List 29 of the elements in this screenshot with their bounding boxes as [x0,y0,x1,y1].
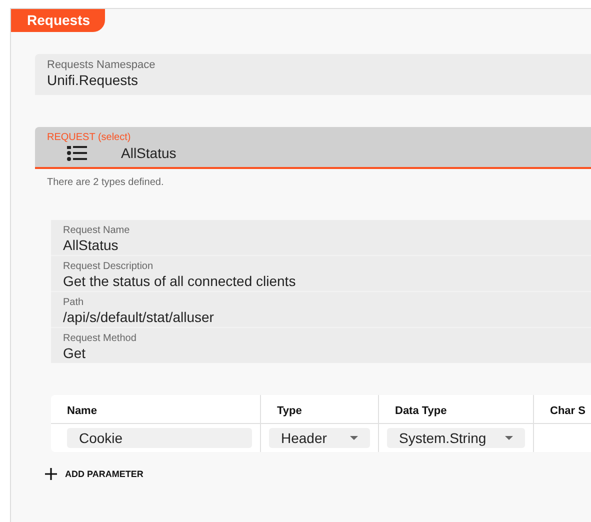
add-parameter-button[interactable]: ADD PARAMETER [41,464,148,484]
plus-icon [45,468,57,480]
column-header: Name [67,404,97,416]
field-value: Unifi.Requests [47,72,140,88]
field-label: Path [63,297,85,308]
column-header: Char S [550,404,586,416]
caret-icon [350,436,358,440]
text-field[interactable]: Path /api/s/default/stat/alluser [51,291,591,327]
select-value: AllStatus [121,145,176,161]
field-label: Request Description [63,261,154,272]
type-dropdown[interactable]: Header [269,428,370,448]
caret-icon [505,436,513,440]
field-value: AllStatus [63,237,120,253]
data-type-dropdown[interactable]: System.String [387,428,525,448]
column-header: Type [277,404,302,416]
field-value: Get the status of all connected clients [63,273,297,289]
field-label: Request Name [63,225,131,236]
list-icon [67,145,87,161]
namespace-field[interactable]: Requests Namespace Unifi.Requests [35,54,591,95]
request-select[interactable]: REQUEST (select) AllStatus [35,127,591,169]
field-label: Requests Namespace [47,59,156,71]
field-value: /api/s/default/stat/alluser [63,309,215,325]
column-header: Data Type [395,404,447,416]
select-label: REQUEST (select) [47,132,132,143]
field-value: Get [63,345,87,361]
name-input[interactable]: Cookie [67,428,252,448]
helper-text: There are 2 types defined. [47,177,164,188]
field-label: Request Method [63,333,138,344]
text-field[interactable]: Request Method Get [51,327,591,363]
